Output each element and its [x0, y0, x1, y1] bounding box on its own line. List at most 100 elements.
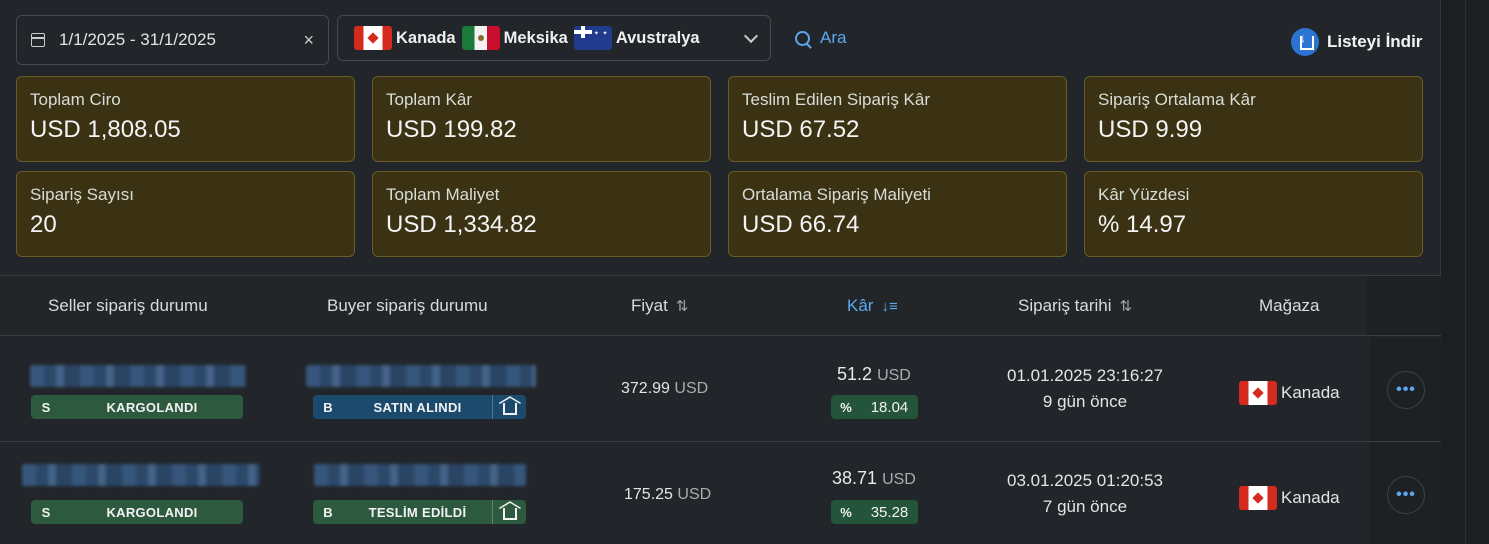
column-label: Kâr — [847, 296, 874, 315]
column-seller-status: Seller sipariş durumu — [48, 296, 208, 316]
country-select[interactable]: Kanada Meksika Avustralya — [337, 15, 771, 61]
order-date-cell: 03.01.2025 01:20:53 7 gün önce — [995, 468, 1175, 520]
stat-label: Teslim Edilen Sipariş Kâr — [742, 90, 931, 109]
seller-status-badge: S KARGOLANDI — [31, 395, 243, 419]
badge-letter: B — [323, 399, 333, 415]
sort-descending-icon[interactable]: ↓≡ — [881, 298, 897, 315]
column-profit[interactable]: Kâr ↓≡ — [847, 296, 898, 316]
store-cell: Kanada — [1239, 486, 1340, 510]
stat-card-delivered-profit: Teslim Edilen Sipariş Kâr USD 67.52 — [728, 76, 1067, 162]
date-range-value: 1/1/2025 - 31/1/2025 — [59, 30, 216, 49]
sort-icon[interactable]: ⇅ — [1120, 297, 1133, 315]
badge-text: TESLİM EDİLDİ — [368, 504, 467, 520]
column-label: Fiyat — [631, 296, 668, 315]
order-relative-time: 7 gün önce — [1042, 497, 1128, 516]
canada-flag-icon — [1239, 486, 1277, 510]
order-date-cell: 01.01.2025 23:16:27 9 gün önce — [995, 363, 1175, 415]
country-chip-label: Meksika — [503, 28, 568, 47]
stat-value: USD 199.82 — [386, 116, 517, 143]
badge-text: KARGOLANDI — [106, 504, 198, 520]
stat-value: % 14.97 — [1098, 211, 1187, 238]
stat-label: Kâr Yüzdesi — [1098, 185, 1190, 204]
profit-cell: 51.2 USD — [837, 364, 911, 385]
stat-card-profit-percentage: Kâr Yüzdesi % 14.97 — [1084, 171, 1423, 257]
stat-value: USD 66.74 — [742, 211, 860, 238]
column-store: Mağaza — [1259, 296, 1319, 316]
profit-currency: USD — [882, 471, 916, 488]
orders-panel: 1/1/2025 - 31/1/2025 × Kanada Meksika Av… — [0, 0, 1441, 544]
stat-value: USD 9.99 — [1098, 116, 1203, 143]
badge-letter: S — [41, 399, 51, 415]
stat-card-average-profit: Sipariş Ortalama Kâr USD 9.99 — [1084, 76, 1423, 162]
column-price[interactable]: Fiyat ⇅ — [631, 296, 688, 316]
column-order-date[interactable]: Sipariş tarihi ⇅ — [1018, 296, 1132, 316]
table-header-actions — [1367, 275, 1441, 336]
price-value: 372.99 — [621, 380, 670, 397]
download-label: Listeyi İndir — [1327, 32, 1423, 51]
badge-text: KARGOLANDI — [106, 399, 198, 415]
divider — [1465, 0, 1466, 544]
canada-flag-icon — [354, 26, 392, 50]
table-row[interactable]: S KARGOLANDI B TESLİM EDİLDİ 175.25 USD … — [0, 442, 1441, 544]
australia-flag-icon — [573, 26, 612, 50]
column-label: Mağaza — [1259, 296, 1320, 315]
canada-flag-icon — [1239, 381, 1277, 405]
badge-letter: B — [323, 504, 333, 520]
date-range-picker[interactable]: 1/1/2025 - 31/1/2025 × — [16, 15, 329, 65]
country-chip-avustralya: Avustralya — [573, 26, 700, 50]
badge-letter: S — [41, 504, 51, 520]
redacted-buyer-id — [314, 464, 526, 486]
column-buyer-status: Buyer sipariş durumu — [327, 296, 488, 316]
stat-value: USD 1,334.82 — [386, 211, 537, 238]
home-icon[interactable] — [492, 500, 526, 524]
store-cell: Kanada — [1239, 381, 1340, 405]
column-label: Buyer sipariş durumu — [327, 296, 488, 315]
store-name: Kanada — [1281, 488, 1340, 507]
column-label: Sipariş tarihi — [1018, 296, 1112, 315]
clear-icon[interactable]: × — [303, 30, 314, 51]
download-icon — [1291, 28, 1319, 56]
percent-value: 35.28 — [870, 503, 909, 521]
stat-card-total-profit: Toplam Kâr USD 199.82 — [372, 76, 711, 162]
seller-status-badge: S KARGOLANDI — [31, 500, 243, 524]
profit-value: 38.71 — [832, 468, 878, 488]
table-row[interactable]: S KARGOLANDI B SATIN ALINDI 372.99 USD 5… — [0, 337, 1441, 442]
search-label: Ara — [820, 28, 847, 47]
order-datetime: 01.01.2025 23:16:27 — [1007, 366, 1163, 385]
more-actions-button[interactable]: ••• — [1387, 371, 1425, 409]
percent-value: 18.04 — [870, 398, 909, 416]
sort-icon[interactable]: ⇅ — [676, 297, 689, 315]
stat-label: Sipariş Sayısı — [30, 185, 134, 204]
stat-value: 20 — [30, 211, 57, 238]
percent-sign: % — [840, 399, 852, 415]
search-button[interactable]: Ara — [795, 28, 846, 48]
stat-label: Ortalama Sipariş Maliyeti — [742, 185, 931, 204]
stat-card-average-cost: Ortalama Sipariş Maliyeti USD 66.74 — [728, 171, 1067, 257]
profit-cell: 38.71 USD — [832, 468, 916, 489]
order-relative-time: 9 gün önce — [1042, 392, 1128, 411]
profit-percent-badge: % 35.28 — [831, 500, 918, 524]
store-name: Kanada — [1281, 383, 1340, 402]
country-chip-label: Avustralya — [615, 28, 700, 47]
stat-label: Toplam Ciro — [30, 90, 121, 109]
stat-card-total-cost: Toplam Maliyet USD 1,334.82 — [372, 171, 711, 257]
stat-card-order-count: Sipariş Sayısı 20 — [16, 171, 355, 257]
buyer-status-badge: B TESLİM EDİLDİ — [313, 500, 526, 524]
price-cell: 175.25 USD — [624, 486, 711, 504]
download-list-button[interactable]: Listeyi İndir — [1291, 28, 1422, 56]
search-icon — [795, 30, 810, 46]
mexico-flag-icon — [461, 26, 500, 50]
home-icon[interactable] — [492, 395, 526, 419]
chevron-down-icon[interactable] — [743, 28, 759, 43]
profit-percent-badge: % 18.04 — [831, 395, 918, 419]
stat-label: Toplam Maliyet — [386, 185, 500, 204]
stat-label: Sipariş Ortalama Kâr — [1098, 90, 1256, 109]
badge-text: SATIN ALINDI — [373, 399, 462, 415]
stat-card-total-revenue: Toplam Ciro USD 1,808.05 — [16, 76, 355, 162]
buyer-status-badge: B SATIN ALINDI — [313, 395, 526, 419]
stat-value: USD 67.52 — [742, 116, 860, 143]
stat-label: Toplam Kâr — [386, 90, 472, 109]
table-header: Seller sipariş durumu Buyer sipariş duru… — [0, 275, 1441, 336]
profit-value: 51.2 — [837, 364, 873, 384]
more-actions-button[interactable]: ••• — [1387, 476, 1425, 514]
